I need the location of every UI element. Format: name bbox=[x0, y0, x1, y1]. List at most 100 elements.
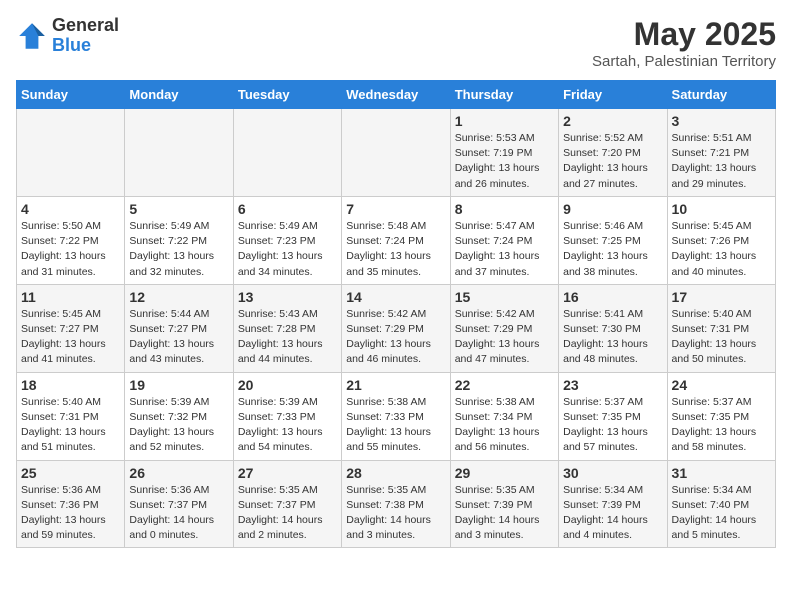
weekday-header-friday: Friday bbox=[559, 81, 667, 109]
calendar-table: SundayMondayTuesdayWednesdayThursdayFrid… bbox=[16, 80, 776, 548]
day-number: 26 bbox=[129, 465, 228, 481]
day-number: 6 bbox=[238, 201, 337, 217]
calendar-week-row: 11 Sunrise: 5:45 AM Sunset: 7:27 PM Dayli… bbox=[17, 284, 776, 372]
calendar-cell: 14 Sunrise: 5:42 AM Sunset: 7:29 PM Dayli… bbox=[342, 284, 450, 372]
calendar-cell: 6 Sunrise: 5:49 AM Sunset: 7:23 PM Daylig… bbox=[233, 196, 341, 284]
day-number: 31 bbox=[672, 465, 771, 481]
calendar-cell: 24 Sunrise: 5:37 AM Sunset: 7:35 PM Dayli… bbox=[667, 372, 775, 460]
day-number: 2 bbox=[563, 113, 662, 129]
day-number: 8 bbox=[455, 201, 554, 217]
calendar-cell: 17 Sunrise: 5:40 AM Sunset: 7:31 PM Dayli… bbox=[667, 284, 775, 372]
day-info: Sunrise: 5:34 AM Sunset: 7:39 PM Dayligh… bbox=[563, 483, 662, 544]
day-number: 3 bbox=[672, 113, 771, 129]
page-header: General Blue May 2025 Sartah, Palestinia… bbox=[16, 16, 776, 70]
day-info: Sunrise: 5:36 AM Sunset: 7:36 PM Dayligh… bbox=[21, 483, 120, 544]
day-number: 16 bbox=[563, 289, 662, 305]
weekday-header-monday: Monday bbox=[125, 81, 233, 109]
calendar-cell bbox=[233, 109, 341, 197]
day-info: Sunrise: 5:47 AM Sunset: 7:24 PM Dayligh… bbox=[455, 219, 554, 280]
day-number: 15 bbox=[455, 289, 554, 305]
weekday-header-sunday: Sunday bbox=[17, 81, 125, 109]
day-number: 22 bbox=[455, 377, 554, 393]
day-info: Sunrise: 5:39 AM Sunset: 7:33 PM Dayligh… bbox=[238, 395, 337, 456]
day-number: 5 bbox=[129, 201, 228, 217]
logo-general-text: General bbox=[52, 15, 119, 35]
calendar-cell: 26 Sunrise: 5:36 AM Sunset: 7:37 PM Dayli… bbox=[125, 460, 233, 548]
day-info: Sunrise: 5:45 AM Sunset: 7:27 PM Dayligh… bbox=[21, 307, 120, 368]
day-info: Sunrise: 5:46 AM Sunset: 7:25 PM Dayligh… bbox=[563, 219, 662, 280]
calendar-cell: 22 Sunrise: 5:38 AM Sunset: 7:34 PM Dayli… bbox=[450, 372, 558, 460]
day-number: 7 bbox=[346, 201, 445, 217]
calendar-cell: 12 Sunrise: 5:44 AM Sunset: 7:27 PM Dayli… bbox=[125, 284, 233, 372]
day-number: 23 bbox=[563, 377, 662, 393]
day-info: Sunrise: 5:45 AM Sunset: 7:26 PM Dayligh… bbox=[672, 219, 771, 280]
calendar-cell: 10Sunrise: 5:45 AM Sunset: 7:26 PM Dayli… bbox=[667, 196, 775, 284]
day-number: 18 bbox=[21, 377, 120, 393]
day-number: 13 bbox=[238, 289, 337, 305]
day-number: 12 bbox=[129, 289, 228, 305]
calendar-cell: 13Sunrise: 5:43 AM Sunset: 7:28 PM Dayli… bbox=[233, 284, 341, 372]
calendar-week-row: 4Sunrise: 5:50 AM Sunset: 7:22 PM Daylig… bbox=[17, 196, 776, 284]
calendar-cell: 23 Sunrise: 5:37 AM Sunset: 7:35 PM Dayli… bbox=[559, 372, 667, 460]
calendar-cell: 28Sunrise: 5:35 AM Sunset: 7:38 PM Dayli… bbox=[342, 460, 450, 548]
day-number: 17 bbox=[672, 289, 771, 305]
day-info: Sunrise: 5:40 AM Sunset: 7:31 PM Dayligh… bbox=[672, 307, 771, 368]
calendar-week-row: 18 Sunrise: 5:40 AM Sunset: 7:31 PM Dayli… bbox=[17, 372, 776, 460]
day-info: Sunrise: 5:41 AM Sunset: 7:30 PM Dayligh… bbox=[563, 307, 662, 368]
weekday-header-row: SundayMondayTuesdayWednesdayThursdayFrid… bbox=[17, 81, 776, 109]
calendar-cell: 29 Sunrise: 5:35 AM Sunset: 7:39 PM Dayli… bbox=[450, 460, 558, 548]
calendar-cell: 16 Sunrise: 5:41 AM Sunset: 7:30 PM Dayli… bbox=[559, 284, 667, 372]
day-number: 24 bbox=[672, 377, 771, 393]
calendar-cell: 1Sunrise: 5:53 AM Sunset: 7:19 PM Daylig… bbox=[450, 109, 558, 197]
day-number: 14 bbox=[346, 289, 445, 305]
day-info: Sunrise: 5:49 AM Sunset: 7:22 PM Dayligh… bbox=[129, 219, 228, 280]
logo: General Blue bbox=[16, 16, 119, 56]
day-number: 19 bbox=[129, 377, 228, 393]
weekday-header-wednesday: Wednesday bbox=[342, 81, 450, 109]
calendar-cell: 2Sunrise: 5:52 AM Sunset: 7:20 PM Daylig… bbox=[559, 109, 667, 197]
logo-icon bbox=[16, 20, 48, 52]
day-info: Sunrise: 5:35 AM Sunset: 7:37 PM Dayligh… bbox=[238, 483, 337, 544]
calendar-cell bbox=[342, 109, 450, 197]
day-info: Sunrise: 5:35 AM Sunset: 7:39 PM Dayligh… bbox=[455, 483, 554, 544]
weekday-header-tuesday: Tuesday bbox=[233, 81, 341, 109]
calendar-cell: 20 Sunrise: 5:39 AM Sunset: 7:33 PM Dayli… bbox=[233, 372, 341, 460]
calendar-cell bbox=[125, 109, 233, 197]
calendar-cell: 19Sunrise: 5:39 AM Sunset: 7:32 PM Dayli… bbox=[125, 372, 233, 460]
location-subtitle: Sartah, Palestinian Territory bbox=[592, 53, 776, 70]
day-number: 29 bbox=[455, 465, 554, 481]
calendar-cell: 18 Sunrise: 5:40 AM Sunset: 7:31 PM Dayli… bbox=[17, 372, 125, 460]
day-number: 11 bbox=[21, 289, 120, 305]
calendar-cell: 27Sunrise: 5:35 AM Sunset: 7:37 PM Dayli… bbox=[233, 460, 341, 548]
calendar-cell: 25 Sunrise: 5:36 AM Sunset: 7:36 PM Dayli… bbox=[17, 460, 125, 548]
day-info: Sunrise: 5:40 AM Sunset: 7:31 PM Dayligh… bbox=[21, 395, 120, 456]
day-info: Sunrise: 5:38 AM Sunset: 7:34 PM Dayligh… bbox=[455, 395, 554, 456]
calendar-cell: 8 Sunrise: 5:47 AM Sunset: 7:24 PM Daylig… bbox=[450, 196, 558, 284]
day-number: 25 bbox=[21, 465, 120, 481]
calendar-cell: 4Sunrise: 5:50 AM Sunset: 7:22 PM Daylig… bbox=[17, 196, 125, 284]
day-info: Sunrise: 5:37 AM Sunset: 7:35 PM Dayligh… bbox=[672, 395, 771, 456]
day-info: Sunrise: 5:51 AM Sunset: 7:21 PM Dayligh… bbox=[672, 131, 771, 192]
calendar-cell: 11 Sunrise: 5:45 AM Sunset: 7:27 PM Dayli… bbox=[17, 284, 125, 372]
calendar-cell: 31 Sunrise: 5:34 AM Sunset: 7:40 PM Dayli… bbox=[667, 460, 775, 548]
month-year-title: May 2025 bbox=[592, 16, 776, 53]
day-info: Sunrise: 5:36 AM Sunset: 7:37 PM Dayligh… bbox=[129, 483, 228, 544]
calendar-cell: 15Sunrise: 5:42 AM Sunset: 7:29 PM Dayli… bbox=[450, 284, 558, 372]
day-number: 30 bbox=[563, 465, 662, 481]
calendar-cell: 9 Sunrise: 5:46 AM Sunset: 7:25 PM Daylig… bbox=[559, 196, 667, 284]
day-info: Sunrise: 5:49 AM Sunset: 7:23 PM Dayligh… bbox=[238, 219, 337, 280]
day-info: Sunrise: 5:50 AM Sunset: 7:22 PM Dayligh… bbox=[21, 219, 120, 280]
day-info: Sunrise: 5:42 AM Sunset: 7:29 PM Dayligh… bbox=[346, 307, 445, 368]
day-number: 9 bbox=[563, 201, 662, 217]
day-number: 20 bbox=[238, 377, 337, 393]
day-info: Sunrise: 5:44 AM Sunset: 7:27 PM Dayligh… bbox=[129, 307, 228, 368]
logo-blue-text: Blue bbox=[52, 35, 91, 55]
calendar-cell: 21Sunrise: 5:38 AM Sunset: 7:33 PM Dayli… bbox=[342, 372, 450, 460]
day-info: Sunrise: 5:34 AM Sunset: 7:40 PM Dayligh… bbox=[672, 483, 771, 544]
calendar-cell: 5 Sunrise: 5:49 AM Sunset: 7:22 PM Daylig… bbox=[125, 196, 233, 284]
title-block: May 2025 Sartah, Palestinian Territory bbox=[592, 16, 776, 70]
weekday-header-thursday: Thursday bbox=[450, 81, 558, 109]
day-info: Sunrise: 5:37 AM Sunset: 7:35 PM Dayligh… bbox=[563, 395, 662, 456]
day-info: Sunrise: 5:48 AM Sunset: 7:24 PM Dayligh… bbox=[346, 219, 445, 280]
calendar-cell: 7 Sunrise: 5:48 AM Sunset: 7:24 PM Daylig… bbox=[342, 196, 450, 284]
